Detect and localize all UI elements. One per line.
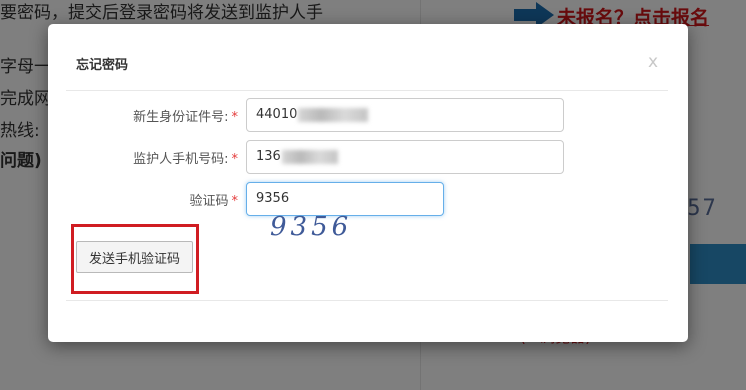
captcha-image[interactable]: 9356: [270, 212, 360, 244]
modal-title: 忘记密码: [76, 58, 129, 73]
guardian-phone-input[interactable]: 136: [246, 140, 564, 174]
verification-code-label-text: 验证码: [189, 194, 229, 209]
forgot-password-modal: 忘记密码 x 新生身份证件号: * 44010 监护人手机号码: * 136 验证码…: [48, 24, 688, 342]
id-number-label-text: 新生身份证件号:: [133, 110, 229, 125]
guardian-phone-label-text: 监护人手机号码:: [133, 152, 229, 167]
modal-divider: [66, 300, 668, 301]
verification-code-input[interactable]: 9356: [246, 182, 444, 216]
verification-code-label: 验证码 *: [189, 190, 238, 209]
guardian-phone-value: 136: [256, 149, 281, 164]
required-mark: *: [231, 110, 239, 125]
id-number-value: 44010: [256, 107, 298, 122]
modal-divider: [66, 90, 668, 91]
redacted-mask: [281, 149, 338, 164]
required-mark: *: [231, 152, 239, 167]
id-number-input[interactable]: 44010: [246, 98, 564, 132]
guardian-phone-label: 监护人手机号码: *: [133, 148, 238, 167]
required-mark: *: [231, 194, 239, 209]
close-icon[interactable]: x: [648, 52, 658, 72]
id-number-label: 新生身份证件号: *: [133, 106, 238, 125]
redacted-mask: [298, 107, 369, 122]
verification-code-value: 9356: [256, 191, 290, 206]
send-sms-code-button[interactable]: 发送手机验证码: [76, 241, 193, 273]
